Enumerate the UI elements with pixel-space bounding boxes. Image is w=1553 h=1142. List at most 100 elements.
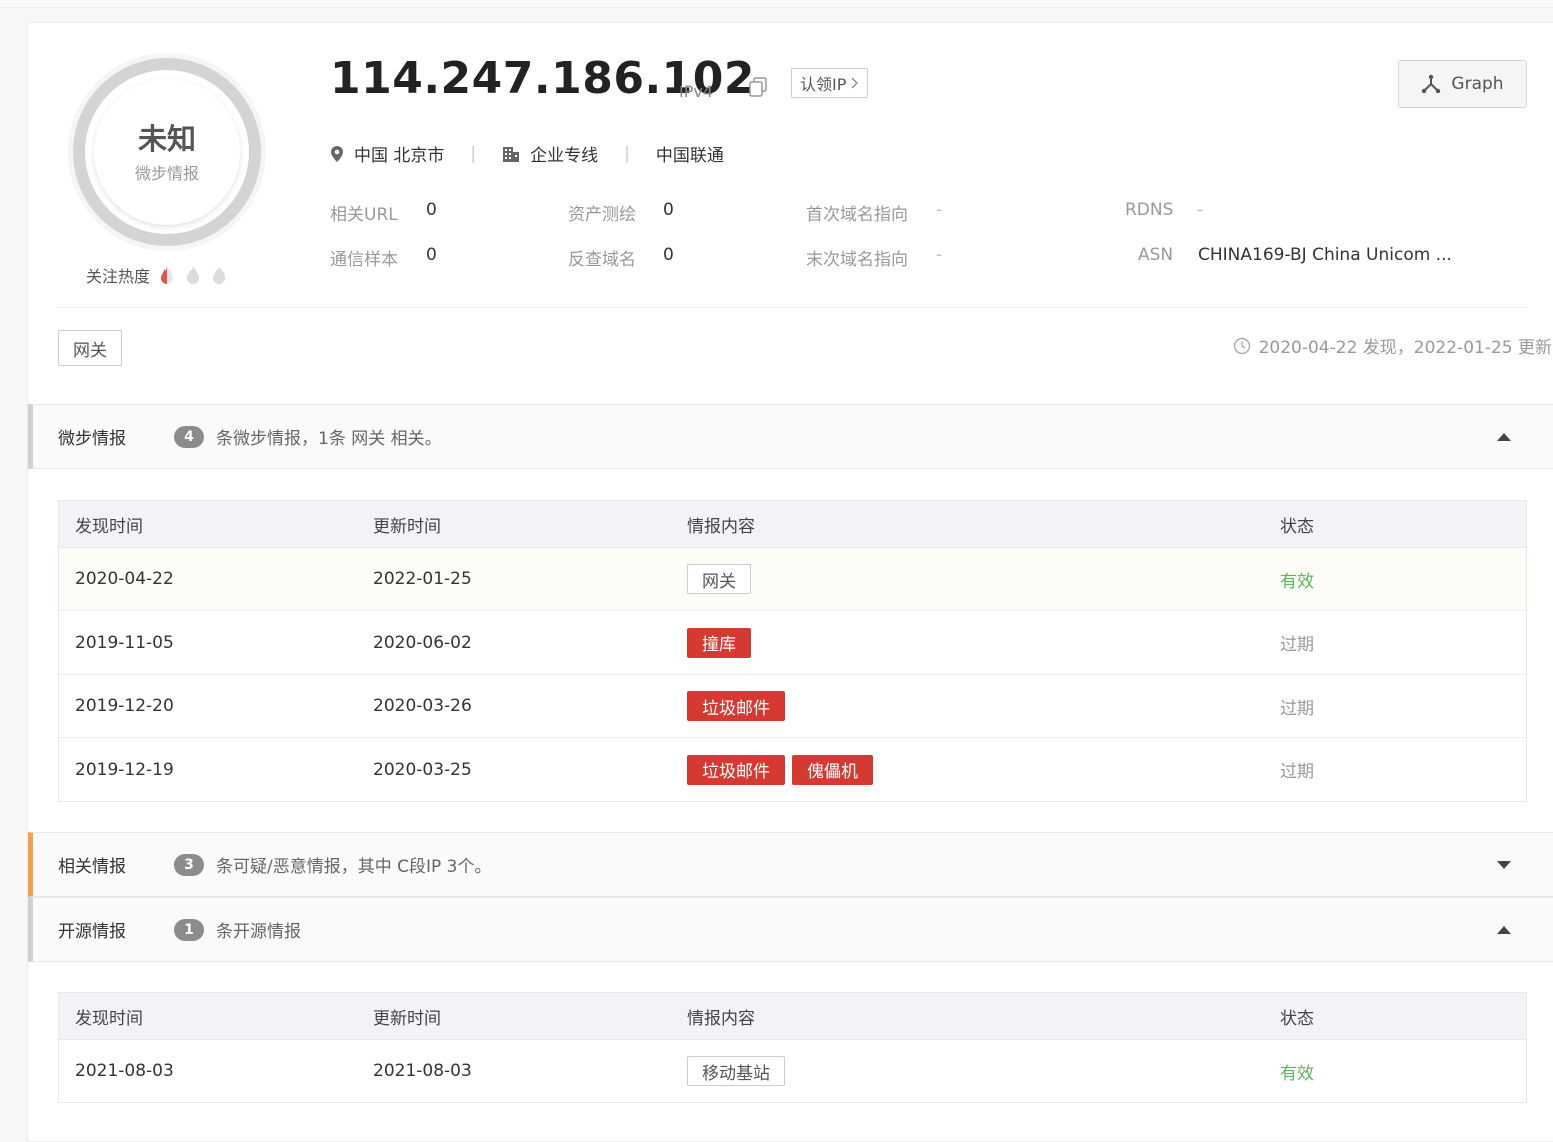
location-pin-icon	[330, 145, 344, 163]
rdns-label: RDNS	[1125, 200, 1174, 220]
status: 有效	[1280, 571, 1314, 592]
tb-intel-table: 发现时间 更新时间 情报内容 状态 2020-04-22 2022-01-25 …	[58, 500, 1527, 802]
gateway-tag[interactable]: 网关	[58, 330, 122, 366]
graph-icon	[1422, 74, 1441, 94]
col-found: 发现时间	[75, 1008, 143, 1029]
table-row: 2020-04-22 2022-01-25 网关 有效	[59, 548, 1526, 611]
asn-label: ASN	[1138, 245, 1174, 265]
heat-indicator: 关注热度	[86, 263, 228, 287]
collapse-arrow-icon[interactable]	[1497, 432, 1511, 441]
collapse-arrow-icon[interactable]	[1497, 925, 1511, 934]
asset-map-label: 资产测绘	[568, 205, 636, 225]
status: 过期	[1280, 698, 1314, 719]
open-intel-table: 发现时间 更新时间 情报内容 状态 2021-08-03 2021-08-03 …	[58, 992, 1527, 1103]
copy-icon[interactable]	[747, 76, 769, 98]
content-tags: 移动基站	[687, 1056, 1280, 1086]
heat-label: 关注热度	[86, 267, 151, 286]
content-tags: 垃圾邮件 傀儡机	[687, 754, 1280, 785]
expand-arrow-icon[interactable]	[1497, 860, 1511, 869]
found-date: 2021-08-03	[75, 1061, 174, 1081]
building-icon	[502, 145, 520, 163]
first-domain-value: -	[936, 200, 943, 220]
updated-date: 2022-01-25	[373, 569, 472, 589]
content-tags: 撞库	[687, 627, 1280, 658]
found-updated-info: 2020-04-22 发现，2022-01-25 更新	[1233, 333, 1552, 358]
content-tags: 垃圾邮件	[687, 691, 1280, 721]
status: 有效	[1280, 1063, 1314, 1084]
table-header: 发现时间 更新时间 情报内容 状态	[59, 501, 1526, 548]
count-badge: 3	[174, 853, 204, 876]
updated-date: 2021-08-03	[373, 1061, 472, 1081]
count-badge: 4	[174, 425, 204, 448]
section-title: 开源情报	[58, 922, 126, 942]
divider: |	[470, 143, 477, 164]
flame-icon-active	[161, 266, 174, 284]
related-url-label: 相关URL	[330, 205, 398, 225]
status: 过期	[1280, 762, 1314, 782]
table-header: 发现时间 更新时间 情报内容 状态	[59, 993, 1526, 1040]
col-status: 状态	[1280, 1008, 1314, 1029]
clock-icon	[1233, 337, 1250, 354]
section-related-intel[interactable]: 相关情报 3 条可疑/恶意情报，其中 C段IP 3个。	[28, 832, 1553, 897]
intel-tag[interactable]: 移动基站	[687, 1056, 785, 1086]
col-updated: 更新时间	[373, 1008, 441, 1029]
intel-tag[interactable]: 撞库	[687, 627, 751, 658]
last-domain-value: -	[936, 245, 943, 265]
ip-detail-card: 未知 微步情报 关注热度 114.247.186.102 IPv4 认领IP G…	[27, 22, 1553, 1142]
flame-icon-inactive	[213, 266, 226, 284]
intel-tag[interactable]: 垃圾邮件	[687, 754, 785, 785]
table-row: 2019-12-19 2020-03-25 垃圾邮件 傀儡机 过期	[59, 738, 1526, 801]
top-strip	[0, 0, 1553, 8]
rdns-value: -	[1197, 200, 1204, 220]
section-description: 条开源情报	[216, 922, 301, 942]
section-tb-intel[interactable]: 微步情报 4 条微步情报，1条 网关 相关。	[28, 404, 1553, 469]
flame-icon-inactive	[187, 266, 200, 284]
claim-ip-label: 认领IP	[800, 75, 847, 94]
network-type: 企业专线	[530, 146, 599, 166]
chevron-right-icon	[851, 77, 859, 89]
last-domain-label: 末次域名指向	[806, 250, 908, 270]
comm-sample-label: 通信样本	[330, 250, 398, 270]
intel-tag[interactable]: 傀儡机	[792, 754, 873, 785]
divider	[58, 307, 1528, 308]
count-badge: 1	[174, 918, 204, 941]
verdict-label: 未知	[137, 122, 196, 156]
reverse-domain-value[interactable]: 0	[663, 245, 674, 265]
reverse-domain-label: 反查域名	[568, 250, 636, 270]
section-title: 微步情报	[58, 429, 126, 449]
intel-tag[interactable]: 网关	[687, 564, 751, 594]
status: 过期	[1280, 635, 1314, 655]
col-status: 状态	[1280, 516, 1314, 537]
asn-value[interactable]: CHINA169-BJ China Unicom ...	[1198, 245, 1452, 265]
comm-sample-value[interactable]: 0	[426, 245, 437, 265]
asset-map-value[interactable]: 0	[663, 200, 674, 220]
col-updated: 更新时间	[373, 516, 441, 537]
updated-date: 2020-03-26	[373, 696, 472, 716]
graph-label: Graph	[1451, 74, 1504, 94]
updated-date: 2020-03-25	[373, 759, 472, 780]
intel-tag[interactable]: 垃圾邮件	[687, 691, 785, 721]
table-row: 2019-11-05 2020-06-02 撞库 过期	[59, 611, 1526, 675]
found-date: 2020-04-22	[75, 569, 174, 589]
updated-date: 2020-06-02	[373, 632, 472, 653]
claim-ip-button[interactable]: 认领IP	[791, 68, 869, 98]
divider: |	[624, 143, 630, 164]
verdict-source: 微步情报	[134, 164, 199, 183]
col-content: 情报内容	[687, 516, 755, 537]
found-updated-text: 2020-04-22 发现，2022-01-25 更新	[1258, 338, 1552, 358]
location-row: 中国 北京市 | 企业专线 | 中国联通	[330, 141, 724, 166]
section-description: 条可疑/恶意情报，其中 C段IP 3个。	[216, 857, 492, 877]
table-row: 2021-08-03 2021-08-03 移动基站 有效	[59, 1040, 1526, 1102]
section-open-intel[interactable]: 开源情报 1 条开源情报	[28, 897, 1553, 962]
found-date: 2019-11-05	[75, 632, 174, 653]
graph-button[interactable]: Graph	[1398, 60, 1527, 108]
table-row: 2019-12-20 2020-03-26 垃圾邮件 过期	[59, 675, 1526, 738]
content-tags: 网关	[687, 564, 1280, 594]
col-found: 发现时间	[75, 516, 143, 537]
section-description: 条微步情报，1条 网关 相关。	[216, 429, 442, 449]
found-date: 2019-12-20	[75, 696, 174, 716]
related-url-value[interactable]: 0	[426, 200, 437, 220]
found-date: 2019-12-19	[75, 759, 174, 780]
isp: 中国联通	[655, 146, 724, 166]
first-domain-label: 首次域名指向	[806, 205, 908, 225]
